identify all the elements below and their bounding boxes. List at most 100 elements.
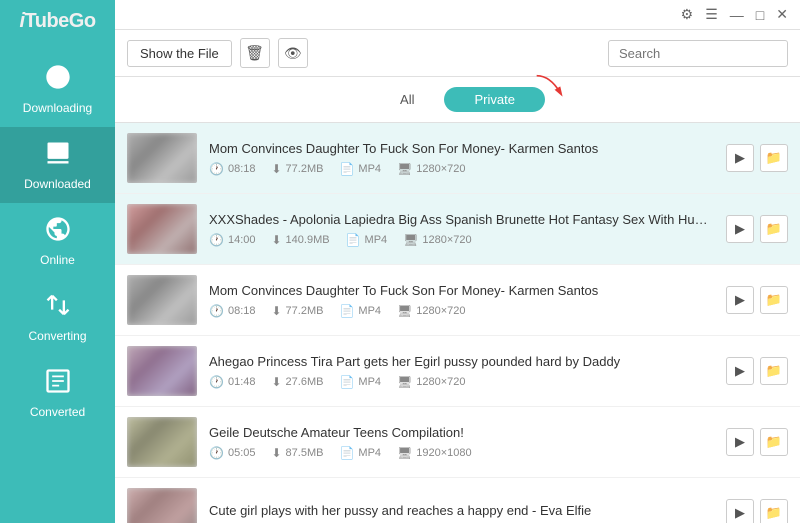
file-icon: 📄 — [339, 162, 354, 176]
refresh-button[interactable]: 👁 — [278, 38, 308, 68]
clock-icon: 🕐 — [209, 375, 224, 389]
format-meta: 📄 MP4 — [339, 375, 381, 389]
video-title: XXXShades - Apolonia Lapiedra Big Ass Sp… — [209, 212, 714, 227]
sidebar-item-converting[interactable]: Converting — [0, 279, 115, 355]
video-info: Mom Convinces Daughter To Fuck Son For M… — [209, 141, 714, 176]
play-button[interactable]: ▶ — [726, 286, 754, 314]
folder-button[interactable]: 📁 — [760, 357, 788, 385]
folder-button[interactable]: 📁 — [760, 215, 788, 243]
play-button[interactable]: ▶ — [726, 215, 754, 243]
video-title: Mom Convinces Daughter To Fuck Son For M… — [209, 141, 714, 156]
sidebar-item-converted-label: Converted — [30, 405, 85, 419]
tab-all[interactable]: All — [370, 87, 444, 112]
play-button[interactable]: ▶ — [726, 499, 754, 523]
video-meta: 🕐 05:05 ⬇ 87.5MB 📄 MP4 🖥 1920×1080 — [209, 446, 714, 460]
sidebar-item-downloaded-label: Downloaded — [24, 177, 91, 191]
converted-icon — [44, 367, 72, 401]
main-panel: ⚙ ☰ — □ ✕ Show the File 🗑 👁 All Private — [115, 0, 800, 523]
play-button[interactable]: ▶ — [726, 357, 754, 385]
clock-icon: 🕐 — [209, 446, 224, 460]
download-icon: ⬇ — [271, 446, 281, 460]
sidebar-item-downloaded[interactable]: Downloaded — [0, 127, 115, 203]
table-row: Cute girl plays with her pussy and reach… — [115, 478, 800, 523]
play-button[interactable]: ▶ — [726, 428, 754, 456]
duration-meta: 🕐 08:18 — [209, 162, 255, 176]
download-icon: ⬇ — [271, 162, 281, 176]
video-meta: 🕐 01:48 ⬇ 27.6MB 📄 MP4 🖥 1280×720 — [209, 375, 714, 389]
video-actions: ▶ 📁 — [726, 499, 788, 523]
folder-button[interactable]: 📁 — [760, 286, 788, 314]
video-info: XXXShades - Apolonia Lapiedra Big Ass Sp… — [209, 212, 714, 247]
resolution-meta: 🖥 1280×720 — [403, 233, 471, 247]
table-row: Ahegao Princess Tira Part gets her Egirl… — [115, 336, 800, 407]
video-thumbnail — [127, 346, 197, 396]
size-meta: ⬇ 77.2MB — [271, 162, 323, 176]
tabs-bar: All Private — [115, 77, 800, 123]
minimize-icon[interactable]: — — [726, 5, 748, 25]
resolution-meta: 🖥 1280×720 — [397, 162, 465, 176]
size-meta: ⬇ 77.2MB — [271, 304, 323, 318]
display-icon: 🖥 — [397, 304, 412, 318]
eye-slash-icon: 👁 — [284, 45, 302, 62]
app-title: iTubeGo — [19, 10, 95, 33]
sidebar-item-online-label: Online — [40, 253, 75, 267]
show-file-button[interactable]: Show the File — [127, 40, 232, 67]
play-button[interactable]: ▶ — [726, 144, 754, 172]
video-thumbnail — [127, 275, 197, 325]
folder-button[interactable]: 📁 — [760, 428, 788, 456]
maximize-icon[interactable]: □ — [752, 5, 768, 25]
video-title: Cute girl plays with her pussy and reach… — [209, 503, 714, 518]
format-meta: 📄 MP4 — [339, 162, 381, 176]
download-icon: ⬇ — [271, 375, 281, 389]
video-info: Cute girl plays with her pussy and reach… — [209, 503, 714, 523]
sidebar-item-converted[interactable]: Converted — [0, 355, 115, 431]
video-actions: ▶ 📁 — [726, 428, 788, 456]
sidebar-item-online[interactable]: Online — [0, 203, 115, 279]
size-meta: ⬇ 140.9MB — [271, 233, 329, 247]
folder-button[interactable]: 📁 — [760, 499, 788, 523]
download-icon: ⬇ — [271, 233, 281, 247]
video-actions: ▶ 📁 — [726, 286, 788, 314]
video-title: Geile Deutsche Amateur Teens Compilation… — [209, 425, 714, 440]
settings-icon[interactable]: ⚙ — [677, 4, 698, 25]
search-input[interactable] — [608, 40, 788, 67]
file-icon: 📄 — [339, 446, 354, 460]
sidebar-item-downloading[interactable]: Downloading — [0, 51, 115, 127]
online-icon — [44, 215, 72, 249]
video-thumbnail — [127, 133, 197, 183]
delete-button[interactable]: 🗑 — [240, 38, 270, 68]
format-meta: 📄 MP4 — [339, 446, 381, 460]
table-row: Mom Convinces Daughter To Fuck Son For M… — [115, 265, 800, 336]
duration-meta: 🕐 08:18 — [209, 304, 255, 318]
toolbar: Show the File 🗑 👁 — [115, 30, 800, 77]
converting-icon — [44, 291, 72, 325]
close-icon[interactable]: ✕ — [772, 4, 792, 25]
video-thumbnail — [127, 488, 197, 523]
table-row: Mom Convinces Daughter To Fuck Son For M… — [115, 123, 800, 194]
downloading-icon — [44, 63, 72, 97]
duration-meta: 🕐 01:48 — [209, 375, 255, 389]
video-info: Geile Deutsche Amateur Teens Compilation… — [209, 425, 714, 460]
display-icon: 🖥 — [397, 162, 412, 176]
video-meta: 🕐 14:00 ⬇ 140.9MB 📄 MP4 🖥 1280×720 — [209, 233, 714, 247]
sidebar: iTubeGo Downloading Downloaded Online Co… — [0, 0, 115, 523]
video-info: Mom Convinces Daughter To Fuck Son For M… — [209, 283, 714, 318]
clock-icon: 🕐 — [209, 162, 224, 176]
video-info: Ahegao Princess Tira Part gets her Egirl… — [209, 354, 714, 389]
display-icon: 🖥 — [397, 446, 412, 460]
trash-icon: 🗑 — [245, 44, 264, 62]
download-icon: ⬇ — [271, 304, 281, 318]
folder-button[interactable]: 📁 — [760, 144, 788, 172]
video-title: Mom Convinces Daughter To Fuck Son For M… — [209, 283, 714, 298]
video-actions: ▶ 📁 — [726, 357, 788, 385]
menu-icon[interactable]: ☰ — [701, 4, 722, 25]
video-thumbnail — [127, 417, 197, 467]
window-topbar: ⚙ ☰ — □ ✕ — [115, 0, 800, 30]
video-list: Mom Convinces Daughter To Fuck Son For M… — [115, 123, 800, 523]
resolution-meta: 🖥 1280×720 — [397, 304, 465, 318]
video-title: Ahegao Princess Tira Part gets her Egirl… — [209, 354, 714, 369]
video-actions: ▶ 📁 — [726, 144, 788, 172]
clock-icon: 🕐 — [209, 304, 224, 318]
file-icon: 📄 — [339, 304, 354, 318]
display-icon: 🖥 — [397, 375, 412, 389]
